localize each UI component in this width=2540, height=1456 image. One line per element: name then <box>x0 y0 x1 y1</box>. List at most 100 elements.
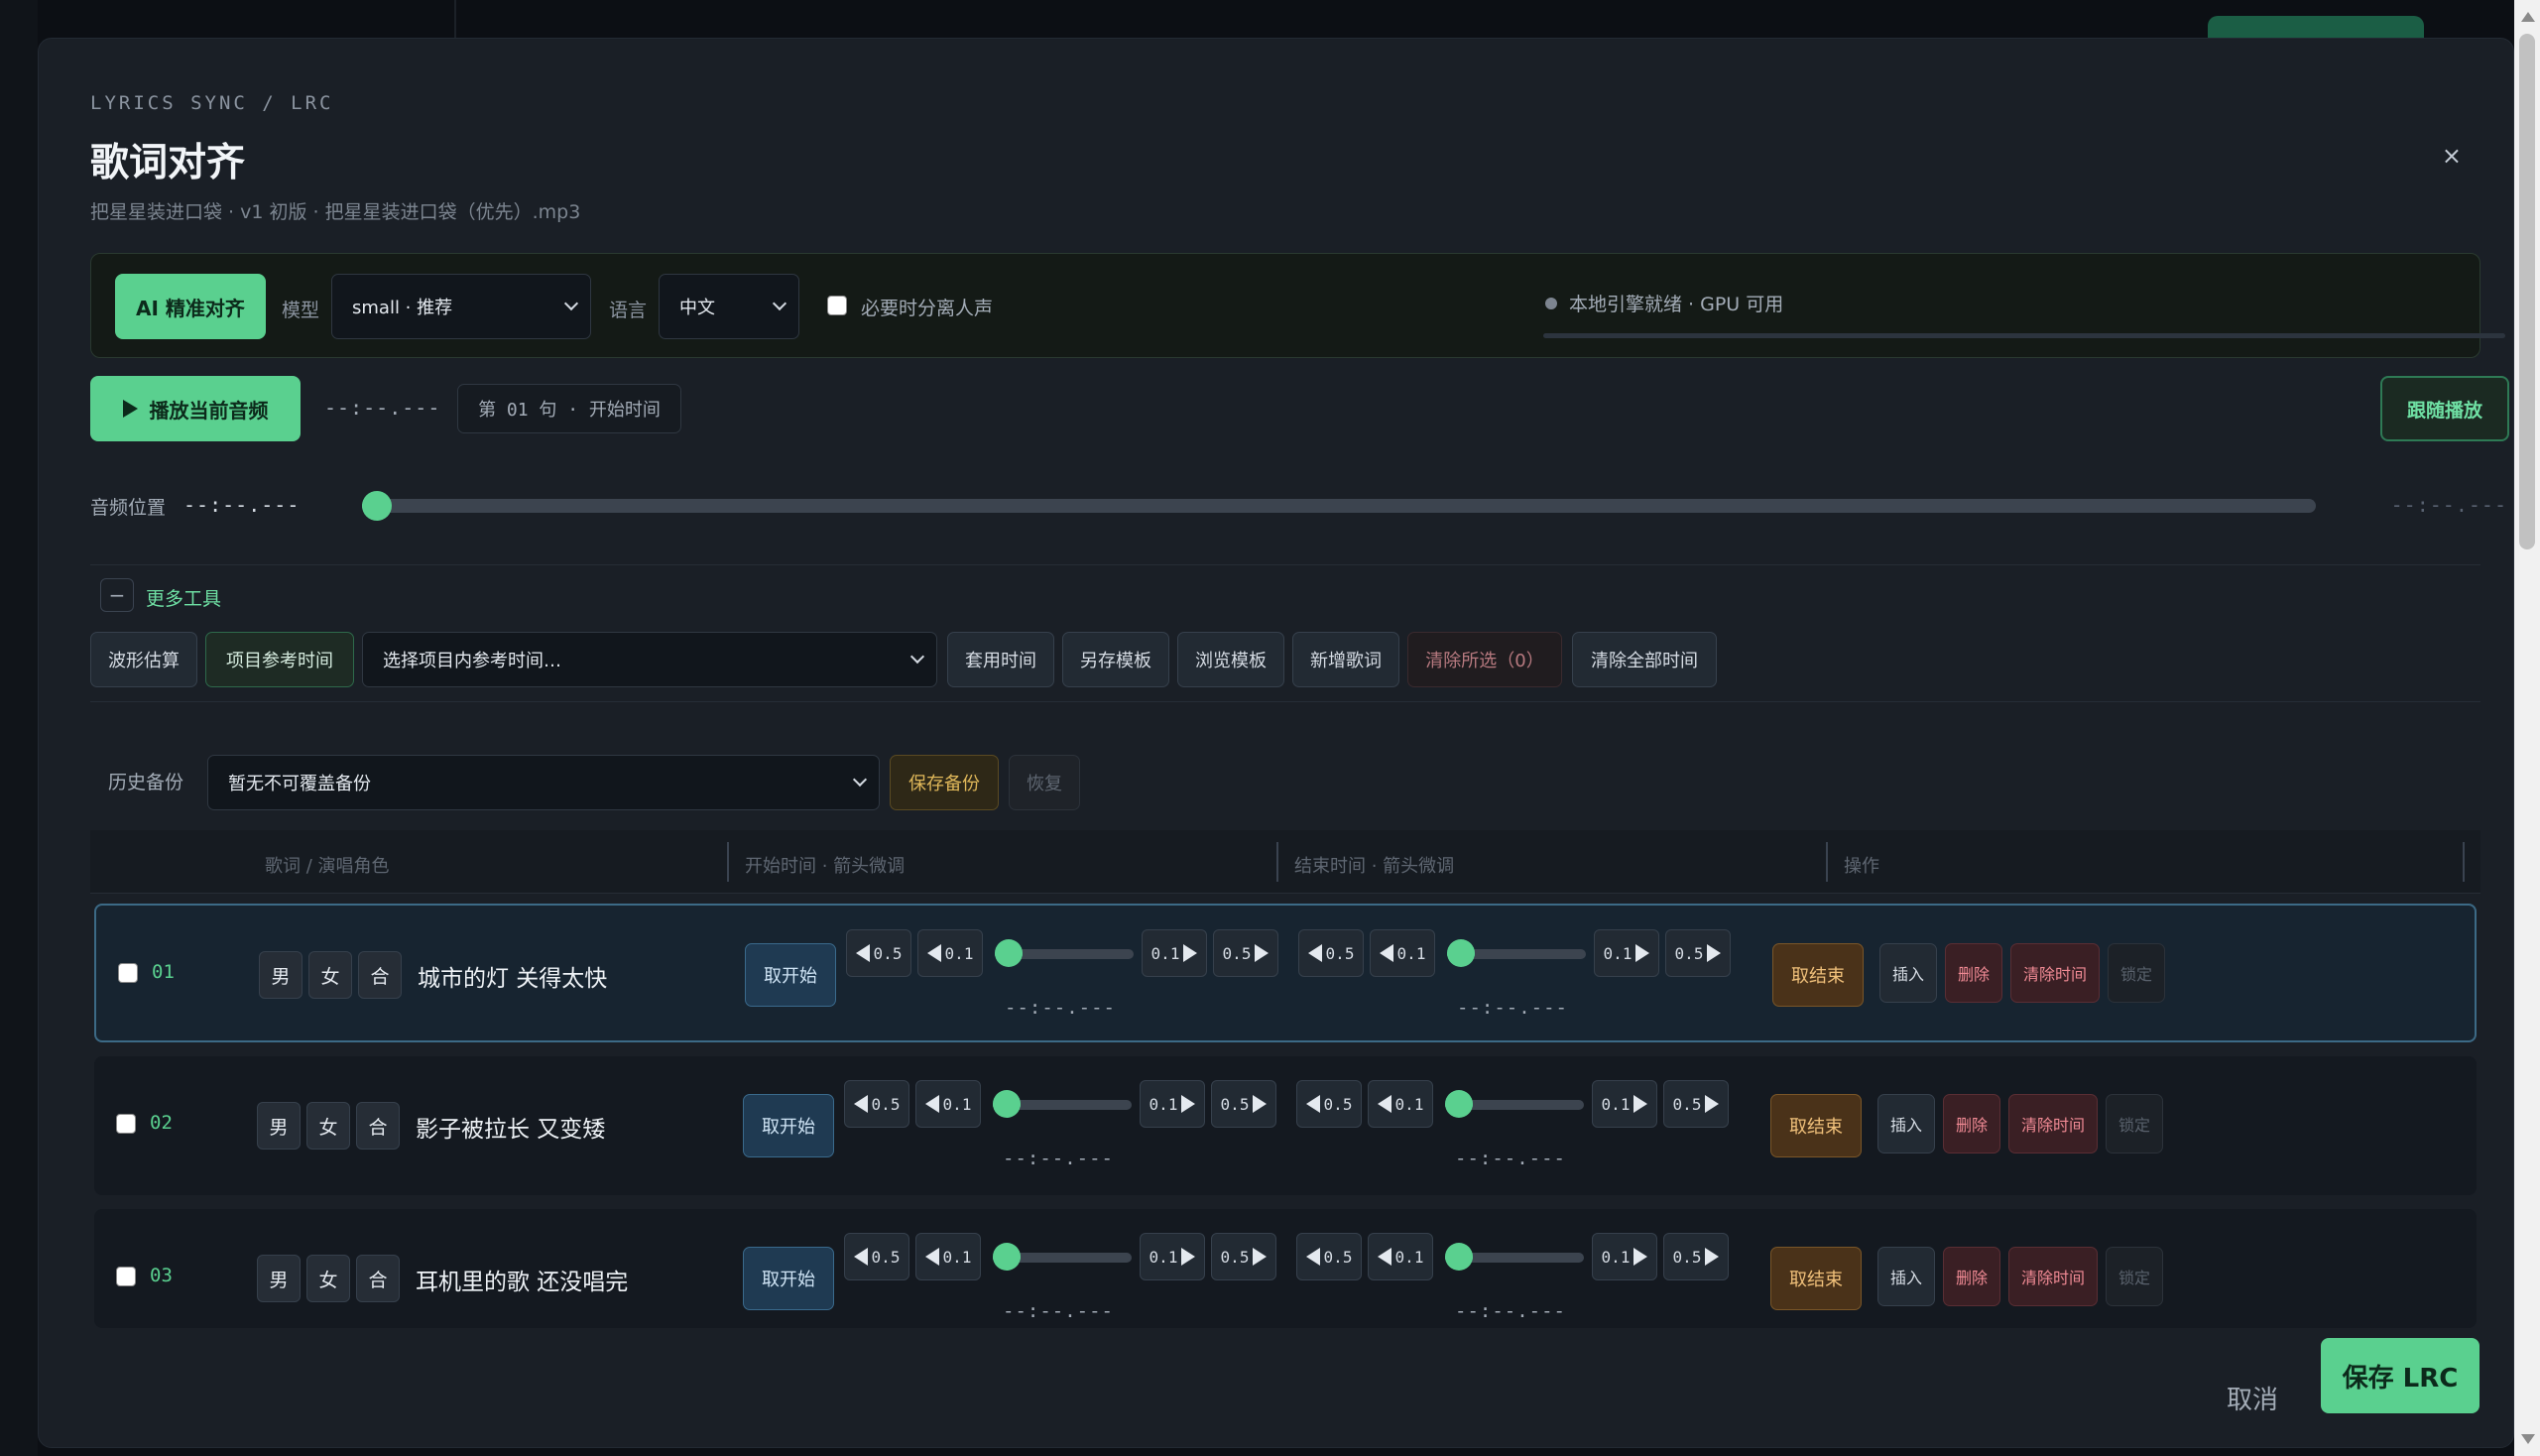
lyric-text[interactable]: 城市的灯 关得太快 <box>418 959 607 993</box>
end-plus-0-5-button[interactable]: 0.5 <box>1663 1080 1729 1128</box>
take-end-button[interactable]: 取结束 <box>1770 1247 1862 1310</box>
end-plus-0-1-button[interactable]: 0.1 <box>1594 929 1659 977</box>
end-minus-0-5-button[interactable]: 0.5 <box>1298 929 1364 977</box>
start-plus-0-1-button[interactable]: 0.1 <box>1140 1080 1205 1128</box>
role-male-button[interactable]: 男 <box>257 1255 301 1302</box>
table-row[interactable]: 03 男 女 合 耳机里的歌 还没唱完 取开始 0.5 0.1 0.1 0.5 … <box>94 1209 2477 1328</box>
clear-all-times-button[interactable]: 清除全部时间 <box>1572 632 1717 687</box>
waveform-estimate-button[interactable]: 波形估算 <box>90 632 197 687</box>
delete-row-button[interactable]: 删除 <box>1945 943 2002 1003</box>
collapse-tools-button[interactable]: − <box>100 578 134 612</box>
clear-time-button[interactable]: 清除时间 <box>2008 1247 2098 1306</box>
table-row[interactable]: 01 男 女 合 城市的灯 关得太快 取开始 0.5 0.1 0.1 0.5 -… <box>94 904 2477 1042</box>
apply-time-button[interactable]: 套用时间 <box>947 632 1054 687</box>
lock-row-button[interactable]: 锁定 <box>2106 1094 2163 1153</box>
role-chorus-button[interactable]: 合 <box>356 1255 400 1302</box>
insert-row-button[interactable]: 插入 <box>1877 1094 1935 1153</box>
end-minus-0-1-button[interactable]: 0.1 <box>1370 929 1435 977</box>
start-minus-0-1-button[interactable]: 0.1 <box>915 1080 981 1128</box>
nudge-value: 0.5 <box>1220 1247 1250 1267</box>
lyric-text[interactable]: 影子被拉长 又变矮 <box>416 1110 605 1144</box>
lock-row-button[interactable]: 锁定 <box>2108 943 2165 1003</box>
delete-row-button[interactable]: 删除 <box>1943 1094 2000 1153</box>
end-plus-0-5-button[interactable]: 0.5 <box>1663 1233 1729 1280</box>
take-start-button[interactable]: 取开始 <box>745 943 836 1007</box>
start-minus-0-5-button[interactable]: 0.5 <box>844 1233 909 1280</box>
end-plus-0-5-button[interactable]: 0.5 <box>1665 929 1731 977</box>
end-time-thumb[interactable] <box>1445 1090 1473 1118</box>
project-reference-button[interactable]: 项目参考时间 <box>205 632 354 687</box>
lock-row-button[interactable]: 锁定 <box>2106 1247 2163 1306</box>
audio-position-thumb[interactable] <box>362 491 392 521</box>
end-minus-0-1-button[interactable]: 0.1 <box>1368 1080 1433 1128</box>
role-male-button[interactable]: 男 <box>257 1102 301 1150</box>
start-time-value: --:--.--- <box>1003 1148 1114 1169</box>
start-minus-0-5-button[interactable]: 0.5 <box>846 929 911 977</box>
scroll-up-icon[interactable] <box>2521 12 2535 22</box>
table-row[interactable]: 02 男 女 合 影子被拉长 又变矮 取开始 0.5 0.1 0.1 0.5 -… <box>94 1056 2477 1195</box>
end-minus-0-1-button[interactable]: 0.1 <box>1368 1233 1433 1280</box>
start-time-thumb[interactable] <box>995 939 1023 967</box>
more-tools-label[interactable]: 更多工具 <box>146 584 221 611</box>
language-select[interactable]: 中文 <box>659 274 799 339</box>
end-plus-0-1-button[interactable]: 0.1 <box>1592 1233 1657 1280</box>
scroll-down-icon[interactable] <box>2521 1434 2535 1444</box>
role-female-button[interactable]: 女 <box>306 1102 350 1150</box>
start-plus-0-1-button[interactable]: 0.1 <box>1140 1233 1205 1280</box>
cancel-button[interactable]: 取消 <box>2227 1380 2278 1416</box>
start-time-thumb[interactable] <box>993 1090 1021 1118</box>
close-icon[interactable]: × <box>2442 142 2462 170</box>
start-plus-0-1-button[interactable]: 0.1 <box>1142 929 1207 977</box>
start-plus-0-5-button[interactable]: 0.5 <box>1213 929 1278 977</box>
add-lyric-button[interactable]: 新增歌词 <box>1292 632 1399 687</box>
browse-template-button[interactable]: 浏览模板 <box>1177 632 1284 687</box>
arrow-right-icon <box>1253 1095 1268 1113</box>
play-audio-label: 播放当前音频 <box>149 398 269 423</box>
ai-align-button[interactable]: AI 精准对齐 <box>115 274 266 339</box>
clear-selected-button[interactable]: 清除所选（0） <box>1407 632 1562 687</box>
audio-position-slider[interactable] <box>362 499 2316 513</box>
role-chorus-button[interactable]: 合 <box>358 951 402 999</box>
start-time-thumb[interactable] <box>993 1243 1021 1271</box>
insert-row-button[interactable]: 插入 <box>1879 943 1937 1003</box>
nudge-value: 0.1 <box>1394 1247 1424 1267</box>
end-plus-0-1-button[interactable]: 0.1 <box>1592 1080 1657 1128</box>
end-time-thumb[interactable] <box>1447 939 1475 967</box>
insert-row-button[interactable]: 插入 <box>1877 1247 1935 1306</box>
separate-vocals-checkbox[interactable] <box>827 296 847 315</box>
restore-button[interactable]: 恢复 <box>1009 755 1080 810</box>
history-backup-select[interactable]: 暂无不可覆盖备份 <box>207 755 880 810</box>
row-checkbox[interactable] <box>116 1267 136 1286</box>
role-female-button[interactable]: 女 <box>308 951 352 999</box>
scrollbar-thumb[interactable] <box>2519 34 2535 549</box>
start-minus-0-5-button[interactable]: 0.5 <box>844 1080 909 1128</box>
start-minus-0-1-button[interactable]: 0.1 <box>915 1233 981 1280</box>
reference-time-select[interactable]: 选择项目内参考时间… <box>362 632 937 687</box>
take-end-button[interactable]: 取结束 <box>1772 943 1864 1007</box>
model-select[interactable]: small · 推荐 <box>331 274 591 339</box>
follow-playback-button[interactable]: 跟随播放 <box>2380 376 2509 441</box>
start-plus-0-5-button[interactable]: 0.5 <box>1211 1233 1276 1280</box>
end-minus-0-5-button[interactable]: 0.5 <box>1296 1233 1362 1280</box>
role-male-button[interactable]: 男 <box>259 951 302 999</box>
save-template-button[interactable]: 另存模板 <box>1062 632 1169 687</box>
start-plus-0-5-button[interactable]: 0.5 <box>1211 1080 1276 1128</box>
delete-row-button[interactable]: 删除 <box>1943 1247 2000 1306</box>
end-minus-0-5-button[interactable]: 0.5 <box>1296 1080 1362 1128</box>
take-end-button[interactable]: 取结束 <box>1770 1094 1862 1157</box>
clear-time-button[interactable]: 清除时间 <box>2008 1094 2098 1153</box>
role-female-button[interactable]: 女 <box>306 1255 350 1302</box>
play-audio-button[interactable]: 播放当前音频 <box>90 376 301 441</box>
role-chorus-button[interactable]: 合 <box>356 1102 400 1150</box>
row-checkbox[interactable] <box>116 1114 136 1134</box>
lyric-text[interactable]: 耳机里的歌 还没唱完 <box>416 1263 628 1296</box>
save-lrc-button[interactable]: 保存 LRC <box>2321 1338 2480 1413</box>
clear-time-button[interactable]: 清除时间 <box>2010 943 2100 1003</box>
save-backup-button[interactable]: 保存备份 <box>890 755 999 810</box>
row-checkbox[interactable] <box>118 963 138 983</box>
end-time-thumb[interactable] <box>1445 1243 1473 1271</box>
take-start-button[interactable]: 取开始 <box>743 1247 834 1310</box>
start-minus-0-1-button[interactable]: 0.1 <box>917 929 983 977</box>
take-start-button[interactable]: 取开始 <box>743 1094 834 1157</box>
page-scrollbar[interactable] <box>2514 0 2540 1456</box>
